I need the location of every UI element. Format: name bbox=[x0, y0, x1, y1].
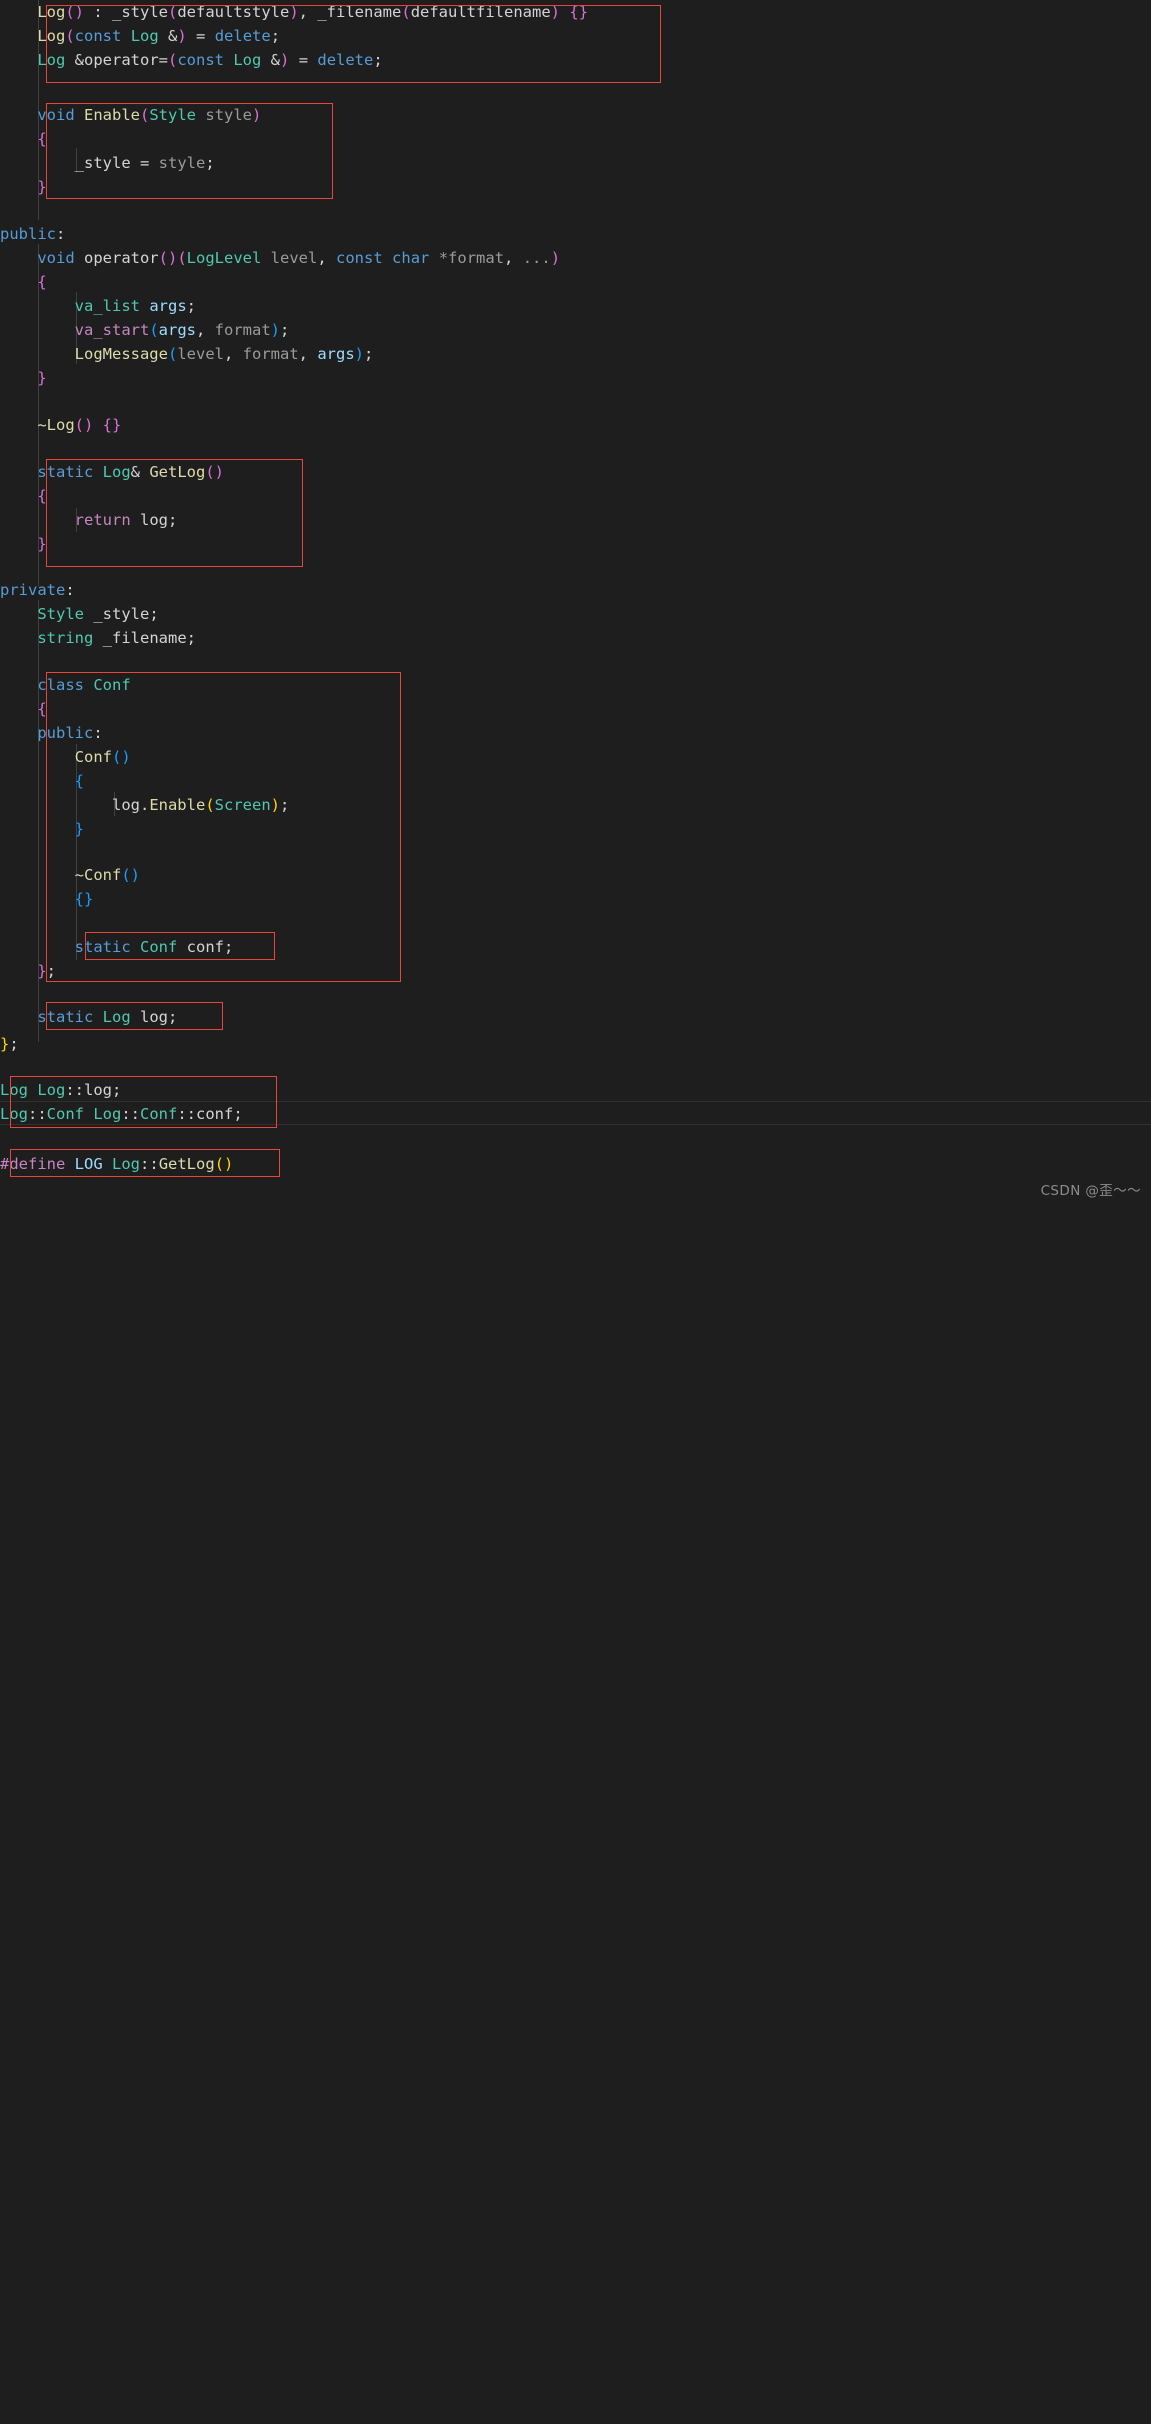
code-editor-surface[interactable]: Log() : _style(defaultstyle), _filename(… bbox=[0, 0, 1151, 1212]
code-line: static Conf conf; bbox=[74, 938, 234, 956]
code-line: } bbox=[74, 820, 84, 838]
code-line: Log &operator=(const Log &) = delete; bbox=[37, 51, 383, 69]
code-line: Log(const Log &) = delete; bbox=[37, 27, 281, 45]
code-line: {} bbox=[74, 890, 94, 908]
code-line: ~Log() {} bbox=[37, 416, 122, 434]
code-line: { bbox=[37, 487, 47, 505]
code-line: #define LOG Log::GetLog() bbox=[0, 1155, 234, 1173]
code-line: void Enable(Style style) bbox=[37, 106, 262, 124]
code-line: _style = style; bbox=[74, 154, 215, 172]
code-line: class Conf bbox=[37, 676, 131, 694]
code-line: } bbox=[37, 369, 47, 387]
code-line: }; bbox=[0, 1035, 19, 1053]
code-line: static Log log; bbox=[37, 1008, 178, 1026]
code-line: Log() : _style(defaultstyle), _filename(… bbox=[37, 3, 589, 21]
code-line: } bbox=[37, 178, 47, 196]
code-line: va_start(args, format); bbox=[74, 321, 290, 339]
code-line: void operator()(LogLevel level, const ch… bbox=[37, 249, 561, 267]
code-line: Conf() bbox=[74, 748, 131, 766]
code-line: Style _style; bbox=[37, 605, 159, 623]
code-line: { bbox=[74, 772, 84, 790]
code-line: va_list args; bbox=[74, 297, 196, 315]
code-line: string _filename; bbox=[37, 629, 196, 647]
code-line: Log::Conf Log::Conf::conf; bbox=[0, 1105, 243, 1123]
code-line: { bbox=[37, 273, 47, 291]
code-line: log.Enable(Screen); bbox=[111, 796, 290, 814]
code-line: static Log& GetLog() bbox=[37, 463, 225, 481]
code-line: }; bbox=[37, 962, 57, 980]
code-line: public: bbox=[37, 724, 103, 742]
code-line: Log Log::log; bbox=[0, 1081, 122, 1099]
code-lines: Log() : _style(defaultstyle), _filename(… bbox=[0, 0, 1151, 2424]
watermark-text: CSDN @歪～～ bbox=[1040, 1183, 1141, 1199]
code-line: public: bbox=[0, 225, 66, 243]
code-line: { bbox=[37, 700, 47, 718]
code-line: ~Conf() bbox=[74, 866, 140, 884]
code-line: } bbox=[37, 535, 47, 553]
code-line: return log; bbox=[74, 511, 178, 529]
code-line: private: bbox=[0, 581, 75, 599]
code-line: { bbox=[37, 130, 47, 148]
code-line: LogMessage(level, format, args); bbox=[74, 345, 374, 363]
